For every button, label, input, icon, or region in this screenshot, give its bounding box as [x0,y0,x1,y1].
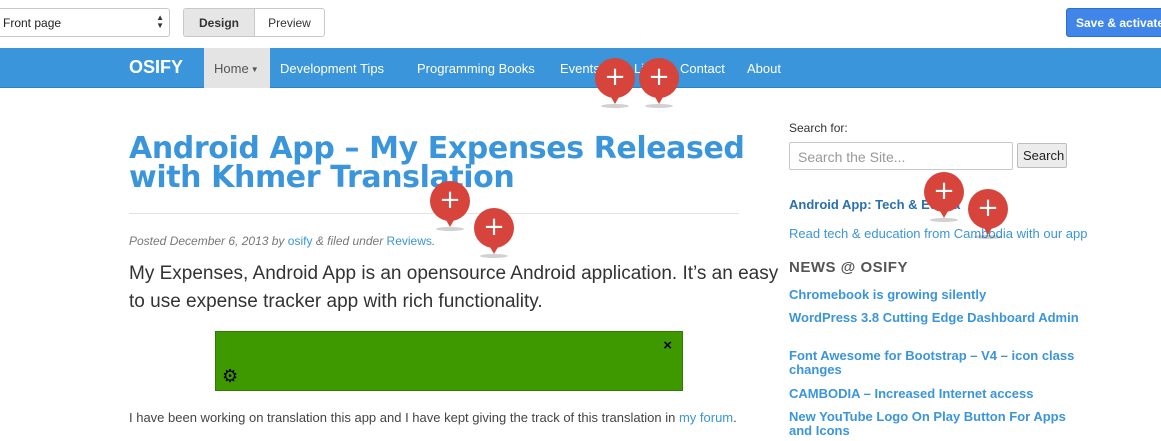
meta-period: . [431,234,436,248]
post-meta: Posted December 6, 2013 by osify & filed… [129,234,435,248]
nav-item-development-tips[interactable]: Development Tips [280,61,384,76]
add-marker-icon: + [924,172,964,212]
nav-item-contact[interactable]: Contact [680,61,725,76]
search-button[interactable]: Search [1017,143,1067,168]
marker-shadow [436,227,464,231]
news-heading: NEWS @ OSIFY [789,259,908,276]
add-marker[interactable]: + [595,58,635,110]
meta-filed-under: & filed under [315,234,384,248]
caret-down-icon: ▼ [250,65,259,74]
news-item[interactable]: WordPress 3.8 Cutting Edge Dashboard Adm… [789,311,1079,325]
news-item[interactable]: Chromebook is growing silently [789,288,1099,302]
add-marker-icon: + [639,58,679,98]
nav-item-home[interactable]: Home ▼ [204,48,270,88]
add-marker-icon: + [595,58,635,98]
news-item[interactable]: New YouTube Logo On Play Button For Apps… [789,410,1089,438]
site-navbar: OSIFY Home ▼ Development Tips Programming… [0,48,1161,88]
news-item[interactable]: Font Awesome for Bootstrap – V4 – icon c… [789,349,1099,377]
save-activate-button[interactable]: Save & activate [1066,8,1161,37]
marker-shadow [930,218,958,222]
post-lead: My Expenses, Android App is an opensourc… [129,263,779,312]
nav-item-programming-books[interactable]: Programming Books [417,61,535,76]
add-marker[interactable]: + [968,189,1008,241]
add-marker[interactable]: + [474,208,514,260]
add-marker-icon: + [430,181,470,221]
marker-shadow [480,254,508,258]
post-body-paragraph: I have been working on translation this … [129,410,779,425]
nav-item-events[interactable]: Events [560,61,600,76]
add-marker-icon: + [474,208,514,248]
marker-shadow [974,235,1002,239]
page-select-value: Front page [3,16,62,30]
add-marker[interactable]: + [924,172,964,224]
author-link[interactable]: osify [288,234,313,248]
customizer-toolbar: Front page ▲ ▼ Design Preview Save & acti… [0,0,1161,47]
site-brand[interactable]: OSIFY [129,57,183,78]
promo-text-link[interactable]: Read tech & education from Cambodia with… [789,226,1087,241]
page-select[interactable]: Front page ▲ ▼ [0,8,170,37]
view-mode-toggle: Design Preview [183,8,325,37]
search-label: Search for: [789,121,848,135]
preview-button[interactable]: Preview [255,9,324,36]
add-marker[interactable]: + [430,181,470,233]
nav-item-label: Home [214,61,249,76]
news-item[interactable]: CAMBODIA – Increased Internet access [789,387,1099,401]
updown-arrows-icon: ▲ ▼ [156,13,164,30]
page: Front page ▲ ▼ Design Preview Save & acti… [0,0,1161,441]
marker-shadow [601,104,629,108]
body-period: . [733,410,737,425]
forum-link[interactable]: my forum [679,410,733,425]
marker-shadow [645,104,673,108]
gear-icon[interactable]: ⚙ [222,366,238,387]
post-date: Posted December 6, 2013 by [129,234,285,248]
nav-item-about[interactable]: About [747,61,781,76]
ad-banner[interactable]: × ⚙ [215,331,683,391]
add-marker[interactable]: + [639,58,679,110]
design-button[interactable]: Design [184,9,255,36]
add-marker-icon: + [968,189,1008,229]
search-input[interactable]: Search the Site... [789,142,1013,170]
category-link[interactable]: Reviews [387,234,432,248]
body-text: I have been working on translation this … [129,410,676,425]
close-icon[interactable]: × [663,337,672,354]
